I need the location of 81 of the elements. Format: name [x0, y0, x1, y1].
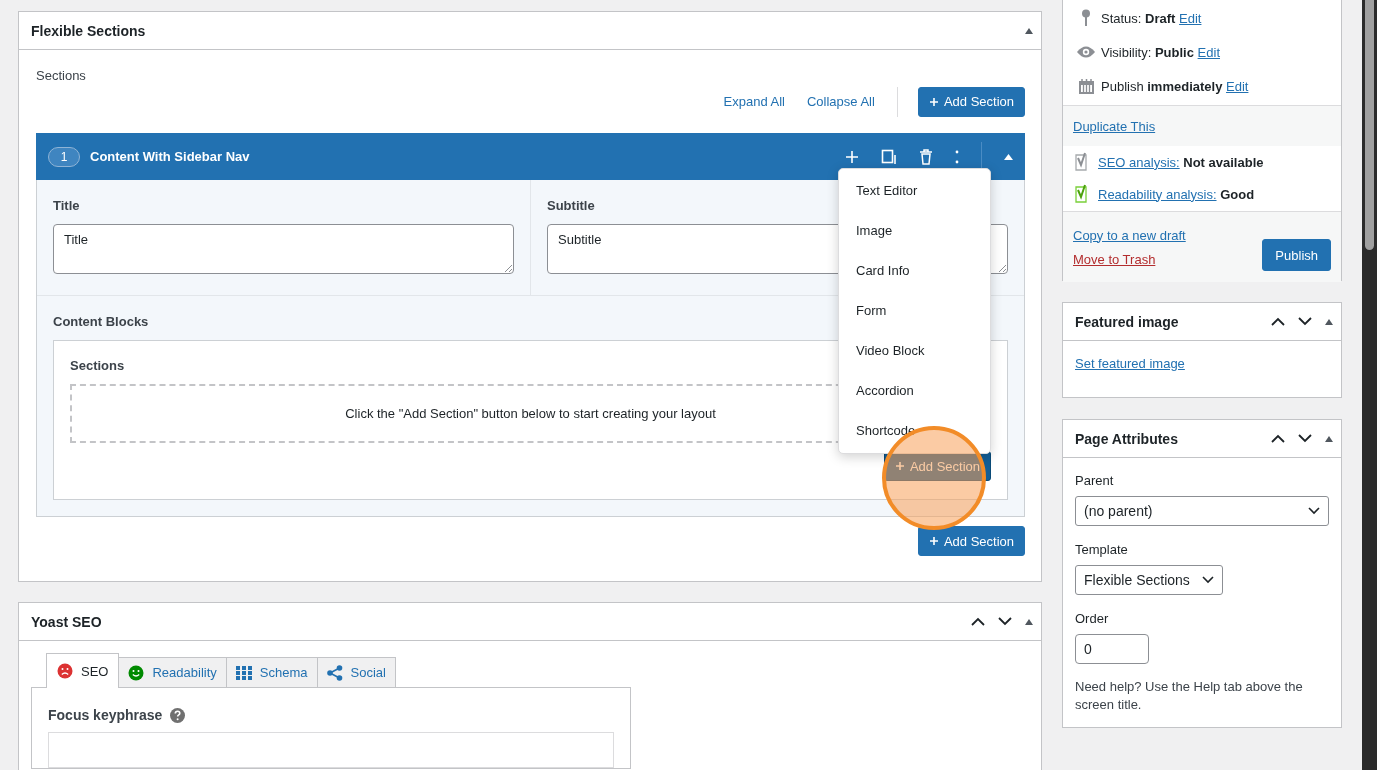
set-featured-image-link[interactable]: Set featured image: [1075, 356, 1185, 371]
edit-link[interactable]: Edit: [1179, 10, 1202, 26]
panel-title: Yoast SEO: [31, 613, 103, 630]
field-label: Parent: [1075, 473, 1115, 488]
sections-label: Sections: [70, 358, 126, 373]
duplicate-link[interactable]: Duplicate This: [1073, 118, 1156, 134]
collapse-arrow-icon[interactable]: [1325, 435, 1333, 442]
menu-item[interactable]: Form: [839, 291, 990, 331]
collapse-arrow-icon[interactable]: [1004, 153, 1013, 160]
sections-label: Sections: [36, 68, 87, 83]
field-label: Title: [53, 198, 81, 213]
field-label: Template: [1075, 542, 1129, 557]
content-blocks-label: Content Blocks: [53, 314, 150, 329]
analysis-link[interactable]: SEO analysis:: [1098, 154, 1180, 170]
add-section-button[interactable]: Add Section: [917, 86, 1025, 117]
focus-keyphrase-field[interactable]: [48, 732, 614, 768]
parent-select[interactable]: (no parent): [1075, 496, 1329, 526]
template-select[interactable]: Flexible Sections: [1075, 565, 1223, 595]
plus-icon: [928, 536, 939, 546]
chevron-down-icon: [1201, 576, 1214, 584]
share-icon: [326, 664, 343, 681]
order-field[interactable]: 0: [1075, 634, 1149, 664]
plus-icon: [894, 461, 905, 471]
collapse-all-link[interactable]: Collapse All: [806, 94, 875, 109]
publish-setting-text: Visibility: Public Edit: [1101, 44, 1220, 60]
menu-item[interactable]: Video Block: [839, 331, 990, 371]
empty-message: Click the "Add Section" button below to start creating your layout: [345, 406, 716, 421]
layout-header-bar[interactable]: 1 Content With Sidebar Nav: [36, 133, 1025, 180]
plus-icon[interactable]: [845, 149, 859, 164]
collapse-arrow-icon[interactable]: [1325, 318, 1333, 325]
field-label: Subtitle: [547, 198, 596, 213]
analysis-link[interactable]: Readability analysis:: [1098, 186, 1217, 202]
scrollbar[interactable]: [1362, 0, 1377, 770]
calendar-icon: [1077, 77, 1095, 95]
chevron-up-icon[interactable]: [1271, 317, 1285, 326]
field-label: Order: [1075, 611, 1110, 626]
collapse-arrow-icon[interactable]: [1025, 618, 1033, 625]
chevron-down-icon[interactable]: [1298, 434, 1312, 443]
more-icon[interactable]: [955, 149, 959, 164]
panel-title: Flexible Sections: [31, 22, 147, 39]
edit-link[interactable]: Edit: [1197, 44, 1220, 60]
chevron-up-icon[interactable]: [971, 617, 985, 626]
analysis-status-text: Readability analysis: Good: [1098, 186, 1255, 202]
layout-title: Content With Sidebar Nav: [90, 149, 251, 164]
sad-face-icon: [57, 663, 73, 679]
tab[interactable]: Readability: [118, 657, 227, 687]
chevron-down-icon[interactable]: [998, 617, 1012, 626]
pin-icon: [1081, 9, 1091, 27]
publish-button[interactable]: Publish: [1262, 239, 1331, 271]
tab[interactable]: SEO: [46, 653, 120, 688]
chevron-up-icon[interactable]: [1271, 434, 1285, 443]
resize-handle-icon: [999, 265, 1006, 272]
tab[interactable]: Schema: [225, 657, 318, 687]
add-section-button[interactable]: Add Section: [917, 526, 1025, 556]
help-icon[interactable]: [170, 707, 186, 723]
trash-link[interactable]: Move to Trash: [1073, 251, 1186, 267]
panel-title: Featured image: [1075, 313, 1180, 330]
focus-keyphrase-label: Focus keyphrase: [48, 707, 163, 723]
menu-item[interactable]: Shortcode: [839, 411, 990, 451]
chevron-down-icon: [1308, 507, 1320, 515]
panel-title: Page Attributes: [1075, 430, 1179, 447]
trash-icon[interactable]: [919, 148, 933, 165]
tab[interactable]: Social: [316, 657, 396, 687]
grid-icon: [235, 664, 252, 681]
collapse-arrow-icon[interactable]: [1025, 27, 1033, 34]
resize-handle-icon: [505, 265, 512, 272]
eye-icon: [1076, 45, 1096, 59]
publish-setting-text: Status: Draft Edit: [1101, 10, 1202, 26]
text-area-field[interactable]: Title: [53, 224, 514, 274]
publish-setting-text: Publish immediately Edit: [1101, 78, 1249, 94]
layout-number-badge: 1: [48, 146, 80, 167]
edit-link[interactable]: Edit: [1226, 78, 1249, 94]
expand-all-link[interactable]: Expand All: [723, 94, 785, 109]
smiley-face-icon: [128, 664, 145, 681]
chevron-down-icon[interactable]: [1298, 317, 1312, 326]
plus-icon: [928, 96, 939, 107]
help-text: Need help? Use the Help tab above the screen title.: [1075, 678, 1304, 714]
menu-item[interactable]: Accordion: [839, 371, 990, 411]
copy-draft-link[interactable]: Copy to a new draft: [1073, 227, 1186, 243]
duplicate-icon[interactable]: [881, 148, 897, 165]
analysis-status-text: SEO analysis: Not available: [1098, 154, 1264, 170]
